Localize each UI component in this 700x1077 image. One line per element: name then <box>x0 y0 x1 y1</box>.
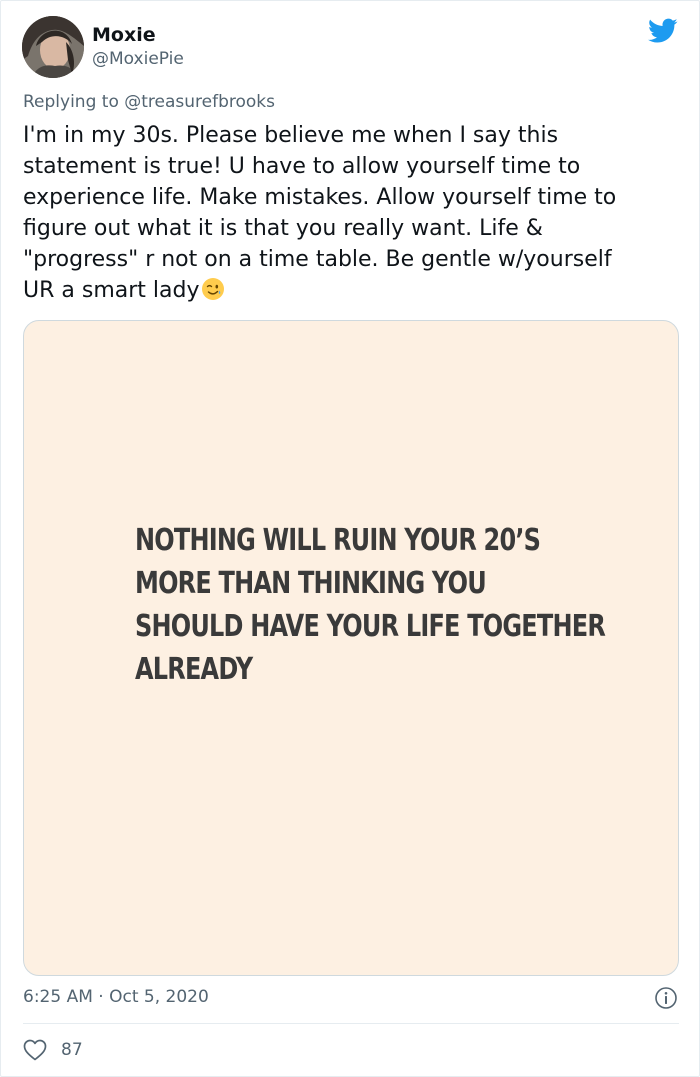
tweet-text-line: statement is true! U have to allow yours… <box>23 154 581 179</box>
media-quote-line: ALREADY <box>135 652 253 687</box>
heart-icon[interactable] <box>23 1039 47 1061</box>
winking-face-emoji <box>202 278 225 300</box>
author-handle[interactable]: @MoxiePie <box>92 48 184 70</box>
tweet-media-image[interactable]: NOTHING WILL RUIN YOUR 20’S MORE THAN TH… <box>23 320 679 976</box>
divider <box>23 1023 679 1024</box>
tweet-text-line-last: UR a smart lady <box>23 275 683 306</box>
twitter-bird-icon[interactable] <box>648 18 678 44</box>
author-name[interactable]: Moxie <box>92 23 156 47</box>
media-quote-line: NOTHING WILL RUIN YOUR 20’S <box>135 523 541 558</box>
tweet-text-line: UR a smart lady <box>23 278 200 303</box>
tweet-text-line: "progress" r not on a time table. Be gen… <box>23 247 612 272</box>
media-quote-line: MORE THAN THINKING YOU <box>135 566 487 601</box>
tweet-text: I'm in my 30s. Please believe me when I … <box>23 120 683 306</box>
media-quote: NOTHING WILL RUIN YOUR 20’S MORE THAN TH… <box>135 519 606 691</box>
like-count[interactable]: 87 <box>61 1038 83 1062</box>
reply-context[interactable]: Replying to @treasurefbrooks <box>23 91 275 113</box>
tweet-text-line: experience life. Make mistakes. Allow yo… <box>23 185 617 210</box>
tweet-text-line: figure out what it is that you really wa… <box>23 216 543 241</box>
tweet-timestamp[interactable]: 6:25 AM · Oct 5, 2020 <box>23 985 209 1009</box>
tweet-card: Moxie @MoxiePie Replying to @treasurefbr… <box>0 0 700 1077</box>
info-icon[interactable] <box>654 986 678 1010</box>
media-quote-line: SHOULD HAVE YOUR LIFE TOGETHER <box>135 609 606 644</box>
avatar-image <box>22 16 84 78</box>
avatar[interactable] <box>22 16 84 78</box>
tweet-text-line: I'm in my 30s. Please believe me when I … <box>23 123 559 148</box>
